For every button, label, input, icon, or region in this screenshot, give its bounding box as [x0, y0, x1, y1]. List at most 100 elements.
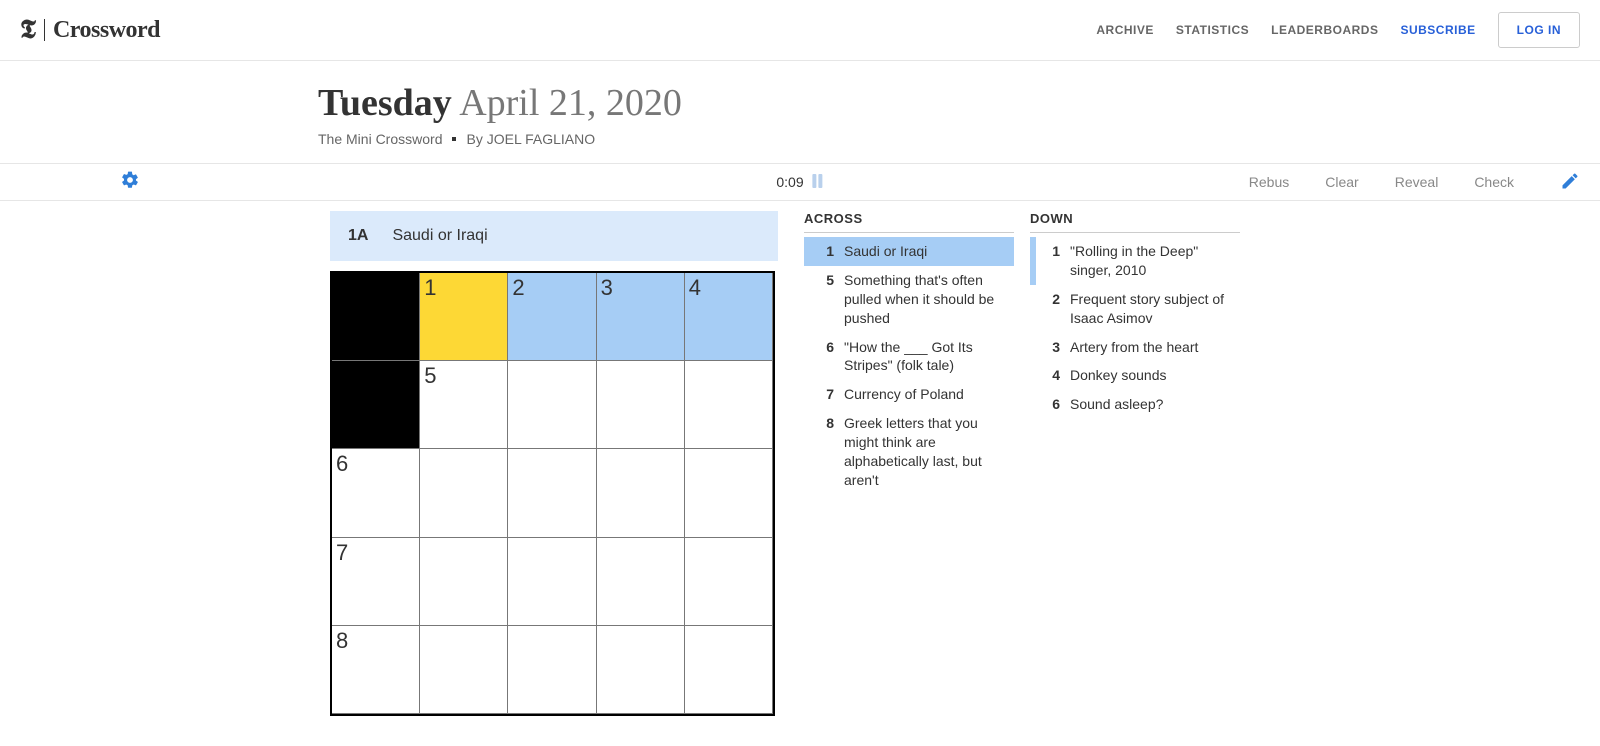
title-day: Tuesday [318, 82, 452, 124]
rebus-button[interactable]: Rebus [1249, 174, 1289, 190]
top-header: 𝕿 Crossword ARCHIVE STATISTICS LEADERBOA… [0, 0, 1600, 61]
check-button[interactable]: Check [1474, 174, 1514, 190]
nav-subscribe[interactable]: SUBSCRIBE [1400, 23, 1475, 37]
cell-2-3[interactable] [597, 449, 685, 537]
clue-number: 3 [1046, 338, 1060, 357]
clue-text: Artery from the heart [1070, 338, 1198, 357]
clue-number: 5 [820, 271, 834, 328]
cell-4-3[interactable] [597, 626, 685, 714]
author-line: By JOEL FAGLIANO [466, 131, 595, 147]
cell-number: 7 [336, 540, 348, 566]
cell-1-1[interactable]: 5 [420, 361, 508, 449]
clue-across-1[interactable]: 1Saudi or Iraqi [804, 237, 1014, 266]
login-button[interactable]: LOG IN [1498, 12, 1580, 48]
clue-text: Currency of Poland [844, 385, 964, 404]
cell-2-1[interactable] [420, 449, 508, 537]
clue-number: 1 [820, 242, 834, 261]
timer-value: 0:09 [776, 174, 803, 190]
clue-text: "Rolling in the Deep" singer, 2010 [1070, 242, 1234, 280]
cell-4-2[interactable] [508, 626, 596, 714]
cell-1-2[interactable] [508, 361, 596, 449]
cell-1-0 [332, 361, 420, 449]
nyt-t-logo: 𝕿 [20, 15, 36, 46]
current-clue-bar[interactable]: 1A Saudi or Iraqi [330, 211, 778, 261]
clue-number: 8 [820, 414, 834, 490]
cell-0-1[interactable]: 1 [420, 273, 508, 361]
nav-archive[interactable]: ARCHIVE [1096, 23, 1154, 37]
title-block: Tuesday April 21, 2020 The Mini Crosswor… [0, 61, 1600, 163]
clue-down-1[interactable]: 1 "Rolling in the Deep" singer, 2010 [1030, 237, 1240, 285]
clue-number: 1 [1046, 242, 1060, 280]
cell-1-4[interactable] [685, 361, 773, 449]
nav-leaderboards[interactable]: LEADERBOARDS [1271, 23, 1378, 37]
title-date: April 21, 2020 [459, 82, 682, 124]
separator-icon [452, 137, 456, 141]
clue-text: Greek letters that you might think are a… [844, 414, 1008, 490]
across-clues: ACROSS 1Saudi or Iraqi5Something that's … [804, 211, 1014, 716]
clue-down-2[interactable]: 2 Frequent story subject of Isaac Asimov [1030, 285, 1240, 333]
cell-0-3[interactable]: 3 [597, 273, 685, 361]
gear-icon[interactable] [120, 170, 140, 195]
nav-statistics[interactable]: STATISTICS [1176, 23, 1249, 37]
clue-across-8[interactable]: 8Greek letters that you might think are … [804, 409, 1014, 495]
clue-number: 6 [1046, 395, 1060, 414]
cell-3-0[interactable]: 7 [332, 538, 420, 626]
cell-4-4[interactable] [685, 626, 773, 714]
puzzle-title: Tuesday April 21, 2020 [318, 81, 1600, 125]
puzzle-subtitle: The Mini Crossword By JOEL FAGLIANO [318, 131, 1600, 147]
clue-number: 7 [820, 385, 834, 404]
cell-number: 4 [689, 275, 701, 301]
clue-number: 2 [1046, 290, 1060, 328]
cell-number: 3 [601, 275, 613, 301]
clue-text: Sound asleep? [1070, 395, 1163, 414]
puzzle-column: 1A Saudi or Iraqi 1 2 3 4 5 6 7 8 [330, 211, 778, 716]
clue-down-6[interactable]: 6 Sound asleep? [1030, 390, 1240, 419]
cell-number: 1 [424, 275, 436, 301]
cell-2-0[interactable]: 6 [332, 449, 420, 537]
cell-0-4[interactable]: 4 [685, 273, 773, 361]
down-clues: DOWN 1 "Rolling in the Deep" singer, 2010… [1030, 211, 1240, 716]
across-header: ACROSS [804, 211, 1014, 233]
cell-number: 8 [336, 628, 348, 654]
cell-number: 5 [424, 363, 436, 389]
cell-1-3[interactable] [597, 361, 685, 449]
cell-4-1[interactable] [420, 626, 508, 714]
clue-text: Something that's often pulled when it sh… [844, 271, 1008, 328]
clue-text: Frequent story subject of Isaac Asimov [1070, 290, 1234, 328]
clue-down-3[interactable]: 3 Artery from the heart [1030, 333, 1240, 362]
cell-number: 2 [512, 275, 524, 301]
cell-0-0 [332, 273, 420, 361]
cell-3-1[interactable] [420, 538, 508, 626]
toolbar-actions: Rebus Clear Reveal Check [1249, 171, 1580, 194]
cell-4-0[interactable]: 8 [332, 626, 420, 714]
down-header: DOWN [1030, 211, 1240, 233]
clue-across-5[interactable]: 5Something that's often pulled when it s… [804, 266, 1014, 333]
clue-number: 6 [820, 338, 834, 376]
clue-across-6[interactable]: 6 "How the ___ Got Its Stripes" (folk tal… [804, 333, 1014, 381]
cell-number: 6 [336, 451, 348, 477]
game-toolbar: 0:09 Rebus Clear Reveal Check [0, 163, 1600, 201]
current-clue-label: 1A [348, 227, 368, 245]
cell-3-2[interactable] [508, 538, 596, 626]
brand-logo[interactable]: 𝕿 Crossword [20, 15, 160, 46]
top-nav: ARCHIVE STATISTICS LEADERBOARDS SUBSCRIB… [1096, 12, 1580, 48]
brand-word: Crossword [53, 17, 160, 44]
cell-3-4[interactable] [685, 538, 773, 626]
pause-icon[interactable] [812, 174, 824, 191]
clue-down-4[interactable]: 4Donkey sounds [1030, 361, 1240, 390]
crossword-board[interactable]: 1 2 3 4 5 6 7 8 [330, 271, 775, 716]
cell-3-3[interactable] [597, 538, 685, 626]
pencil-icon[interactable] [1560, 171, 1580, 194]
clue-text: "How the ___ Got Its Stripes" (folk tale… [844, 338, 1008, 376]
brand-divider [44, 19, 45, 41]
clue-across-7[interactable]: 7 Currency of Poland [804, 380, 1014, 409]
clear-button[interactable]: Clear [1325, 174, 1358, 190]
cell-2-2[interactable] [508, 449, 596, 537]
clue-number: 4 [1046, 366, 1060, 385]
cell-2-4[interactable] [685, 449, 773, 537]
main-area: 1A Saudi or Iraqi 12345678 ACROSS 1Saudi… [0, 201, 1600, 746]
current-clue-text: Saudi or Iraqi [392, 227, 487, 245]
reveal-button[interactable]: Reveal [1395, 174, 1439, 190]
timer[interactable]: 0:09 [776, 174, 823, 191]
cell-0-2[interactable]: 2 [508, 273, 596, 361]
